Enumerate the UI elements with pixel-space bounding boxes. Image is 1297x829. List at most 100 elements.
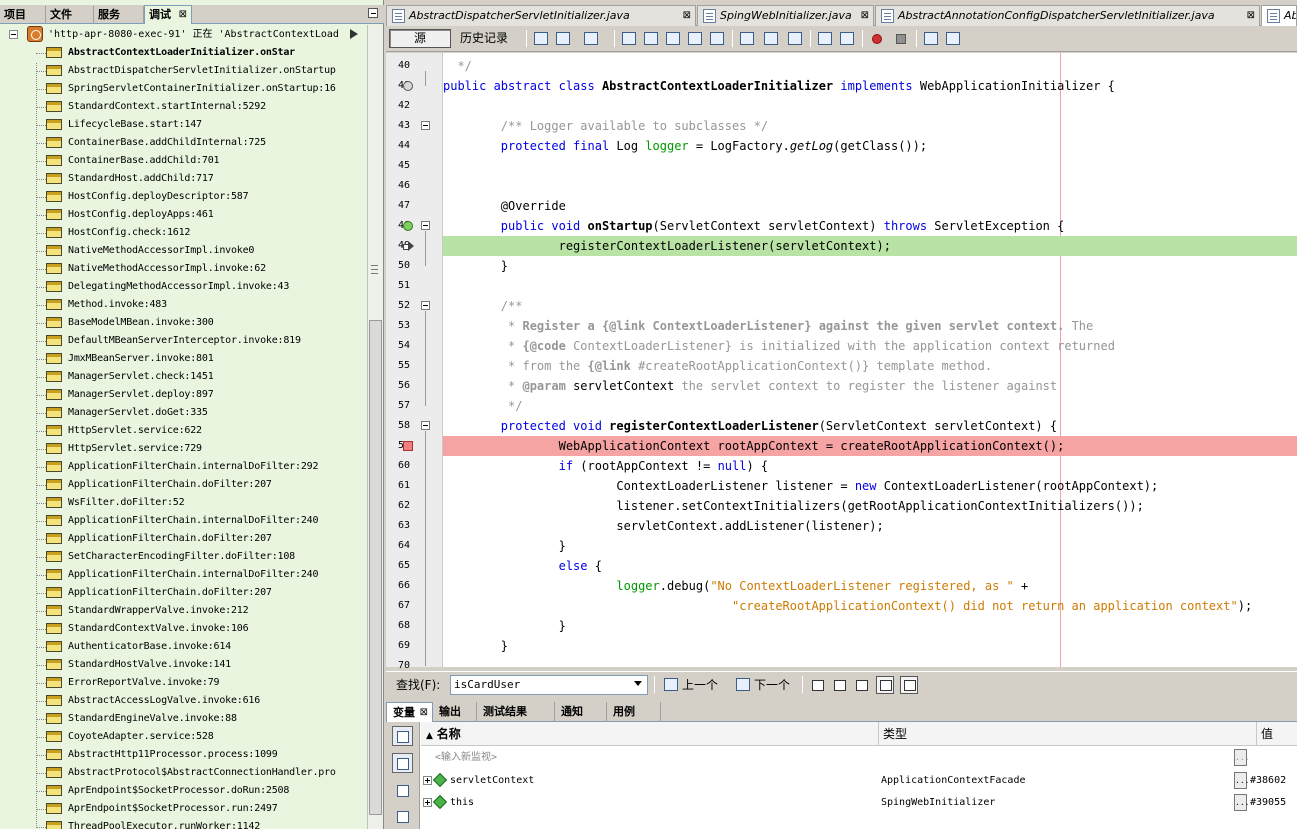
forward-icon[interactable] <box>554 30 572 47</box>
new-watch-placeholder[interactable]: <输入新监视> <box>435 747 497 769</box>
call-stack-frame[interactable]: AbstractHttp11Processor.process:1099 <box>0 746 367 764</box>
call-stack-frame[interactable]: StandardContextValve.invoke:106 <box>0 620 367 638</box>
rect-select-icon[interactable] <box>708 30 726 47</box>
code-line[interactable]: listener.setContextInitializers(getRootA… <box>443 496 1297 516</box>
code-line[interactable]: } <box>443 256 1297 276</box>
editor-tab[interactable]: SpingWebInitializer.java ⊠ <box>697 5 874 26</box>
code-line[interactable] <box>443 656 1297 667</box>
line-number[interactable]: 43 <box>386 116 410 136</box>
line-number[interactable]: 40 <box>386 56 410 76</box>
shift-right-icon[interactable] <box>838 30 856 47</box>
col-value-header[interactable]: 值 <box>1257 722 1297 746</box>
line-number[interactable]: 45 <box>386 156 410 176</box>
col-name-header[interactable]: ▲ 名称 <box>421 722 879 746</box>
new-watch-icon[interactable] <box>392 726 413 746</box>
line-number[interactable]: 44 <box>386 136 410 156</box>
call-stack-frame[interactable]: StandardContext.startInternal:5292 <box>0 98 367 116</box>
call-stack-frame[interactable]: HostConfig.deployDescriptor:587 <box>0 188 367 206</box>
code-line[interactable]: servletContext.addListener(listener); <box>443 516 1297 536</box>
call-stack-frame[interactable]: HostConfig.check:1612 <box>0 224 367 242</box>
line-number[interactable]: 69 <box>386 636 410 656</box>
call-stack-frame[interactable]: StandardEngineValve.invoke:88 <box>0 710 367 728</box>
find-next-icon[interactable] <box>664 30 682 47</box>
call-stack-frame[interactable]: DelegatingMethodAccessorImpl.invoke:43 <box>0 278 367 296</box>
code-line[interactable]: /** <box>443 296 1297 316</box>
new-watch-row[interactable]: <输入新监视> ... <box>421 747 1297 769</box>
call-stack-frame[interactable]: ManagerServlet.check:1451 <box>0 368 367 386</box>
call-stack-frame[interactable]: NativeMethodAccessorImpl.invoke:62 <box>0 260 367 278</box>
expand-icon[interactable] <box>423 776 432 785</box>
code-line[interactable] <box>443 276 1297 296</box>
code-line[interactable] <box>443 156 1297 176</box>
call-stack-frame[interactable]: ContainerBase.addChild:701 <box>0 152 367 170</box>
call-stack-frame[interactable]: ApplicationFilterChain.internalDoFilter:… <box>0 566 367 584</box>
tab-projects[interactable]: 项目 <box>0 6 46 24</box>
line-number[interactable]: 57 <box>386 396 410 416</box>
comment-icon[interactable] <box>922 30 940 47</box>
code-line[interactable]: /** Logger available to subclasses */ <box>443 116 1297 136</box>
editor-tab-active[interactable]: Ab <box>1261 5 1297 26</box>
call-stack-frame[interactable]: AbstractDispatcherServletInitializer.onS… <box>0 62 367 80</box>
wrap-around-icon[interactable] <box>900 676 918 694</box>
code-editor[interactable]: */ public abstract class AbstractContextL… <box>443 53 1297 667</box>
code-line[interactable]: * Register a {@link ContextLoaderListene… <box>443 316 1297 336</box>
call-stack-frame[interactable]: LifecycleBase.start:147 <box>0 116 367 134</box>
show-static-icon[interactable] <box>392 753 413 773</box>
code-line[interactable]: * from the {@link #createRootApplication… <box>443 356 1297 376</box>
call-stack-frame[interactable]: NativeMethodAccessorImpl.invoke0 <box>0 242 367 260</box>
back-icon[interactable] <box>532 30 550 47</box>
call-stack-frame[interactable]: StandardWrapperValve.invoke:212 <box>0 602 367 620</box>
last-edit-icon[interactable] <box>582 30 600 47</box>
code-line[interactable]: if (rootAppContext != null) { <box>443 456 1297 476</box>
edit-value-button[interactable]: ... <box>1234 749 1249 766</box>
tab-services[interactable]: 服务 <box>94 6 144 24</box>
code-line[interactable]: protected void registerContextLoaderList… <box>443 416 1297 436</box>
call-stack-frame[interactable]: AbstractProtocol$AbstractConnectionHandl… <box>0 764 367 782</box>
tab-variables[interactable]: 变量 ⊠ <box>386 702 433 722</box>
code-line[interactable]: } <box>443 616 1297 636</box>
call-stack-frame[interactable]: CoyoteAdapter.service:528 <box>0 728 367 746</box>
find-next-button[interactable]: 下一个 <box>734 675 790 695</box>
find-previous-button[interactable]: 上一个 <box>662 675 718 695</box>
code-line[interactable]: */ <box>443 396 1297 416</box>
call-stack-frame[interactable]: BaseModelMBean.invoke:300 <box>0 314 367 332</box>
play-icon[interactable] <box>350 29 358 39</box>
find-icon[interactable] <box>620 30 638 47</box>
call-stack-frame[interactable]: ApplicationFilterChain.doFilter:207 <box>0 530 367 548</box>
current-line[interactable]: registerContextLoaderListener(servletCon… <box>443 236 1297 256</box>
filter-icon[interactable] <box>392 806 413 826</box>
vertical-scrollbar[interactable] <box>367 25 383 829</box>
code-line[interactable]: } <box>443 636 1297 656</box>
line-number[interactable]: 46 <box>386 176 410 196</box>
call-stack-frame[interactable]: ApplicationFilterChain.doFilter:207 <box>0 476 367 494</box>
call-stack-frame[interactable]: AprEndpoint$SocketProcessor.run:2497 <box>0 800 367 818</box>
code-line[interactable]: "createRootApplicationContext() did not … <box>443 596 1297 616</box>
fold-icon[interactable] <box>421 301 430 310</box>
line-number[interactable]: 56 <box>386 376 410 396</box>
find-prev-icon[interactable] <box>642 30 660 47</box>
line-number[interactable]: 58 <box>386 416 410 436</box>
record-macro-icon[interactable] <box>868 30 886 47</box>
call-stack-frame[interactable]: ManagerServlet.deploy:897 <box>0 386 367 404</box>
call-stack-frame[interactable]: SpringServletContainerInitializer.onStar… <box>0 80 367 98</box>
scrollbar-thumb[interactable] <box>369 320 382 815</box>
code-line[interactable]: ContextLoaderListener listener = new Con… <box>443 476 1297 496</box>
call-stack-frame[interactable]: WsFilter.doFilter:52 <box>0 494 367 512</box>
code-line[interactable]: } <box>443 536 1297 556</box>
line-number[interactable]: 55 <box>386 356 410 376</box>
call-stack-frame[interactable]: StandardHost.addChild:717 <box>0 170 367 188</box>
implements-icon[interactable] <box>403 221 413 231</box>
breakpoint-line[interactable]: WebApplicationContext rootAppContext = c… <box>443 436 1297 456</box>
call-stack-frame[interactable]: StandardHostValve.invoke:141 <box>0 656 367 674</box>
line-number[interactable]: 61 <box>386 476 410 496</box>
close-icon[interactable]: ⊠ <box>683 6 691 26</box>
tab-use-cases[interactable]: 用例 <box>607 702 661 722</box>
code-line[interactable] <box>443 176 1297 196</box>
line-number[interactable]: 42 <box>386 96 410 116</box>
minimize-icon[interactable] <box>368 8 378 18</box>
line-number[interactable]: 66 <box>386 576 410 596</box>
code-line[interactable]: @Override <box>443 196 1297 216</box>
close-icon[interactable]: ⊠ <box>420 703 428 722</box>
find-input[interactable]: isCardUser <box>450 675 648 695</box>
thread-node[interactable]: 'http-apr-8080-exec-91' 正在 'AbstractCont… <box>0 26 367 44</box>
